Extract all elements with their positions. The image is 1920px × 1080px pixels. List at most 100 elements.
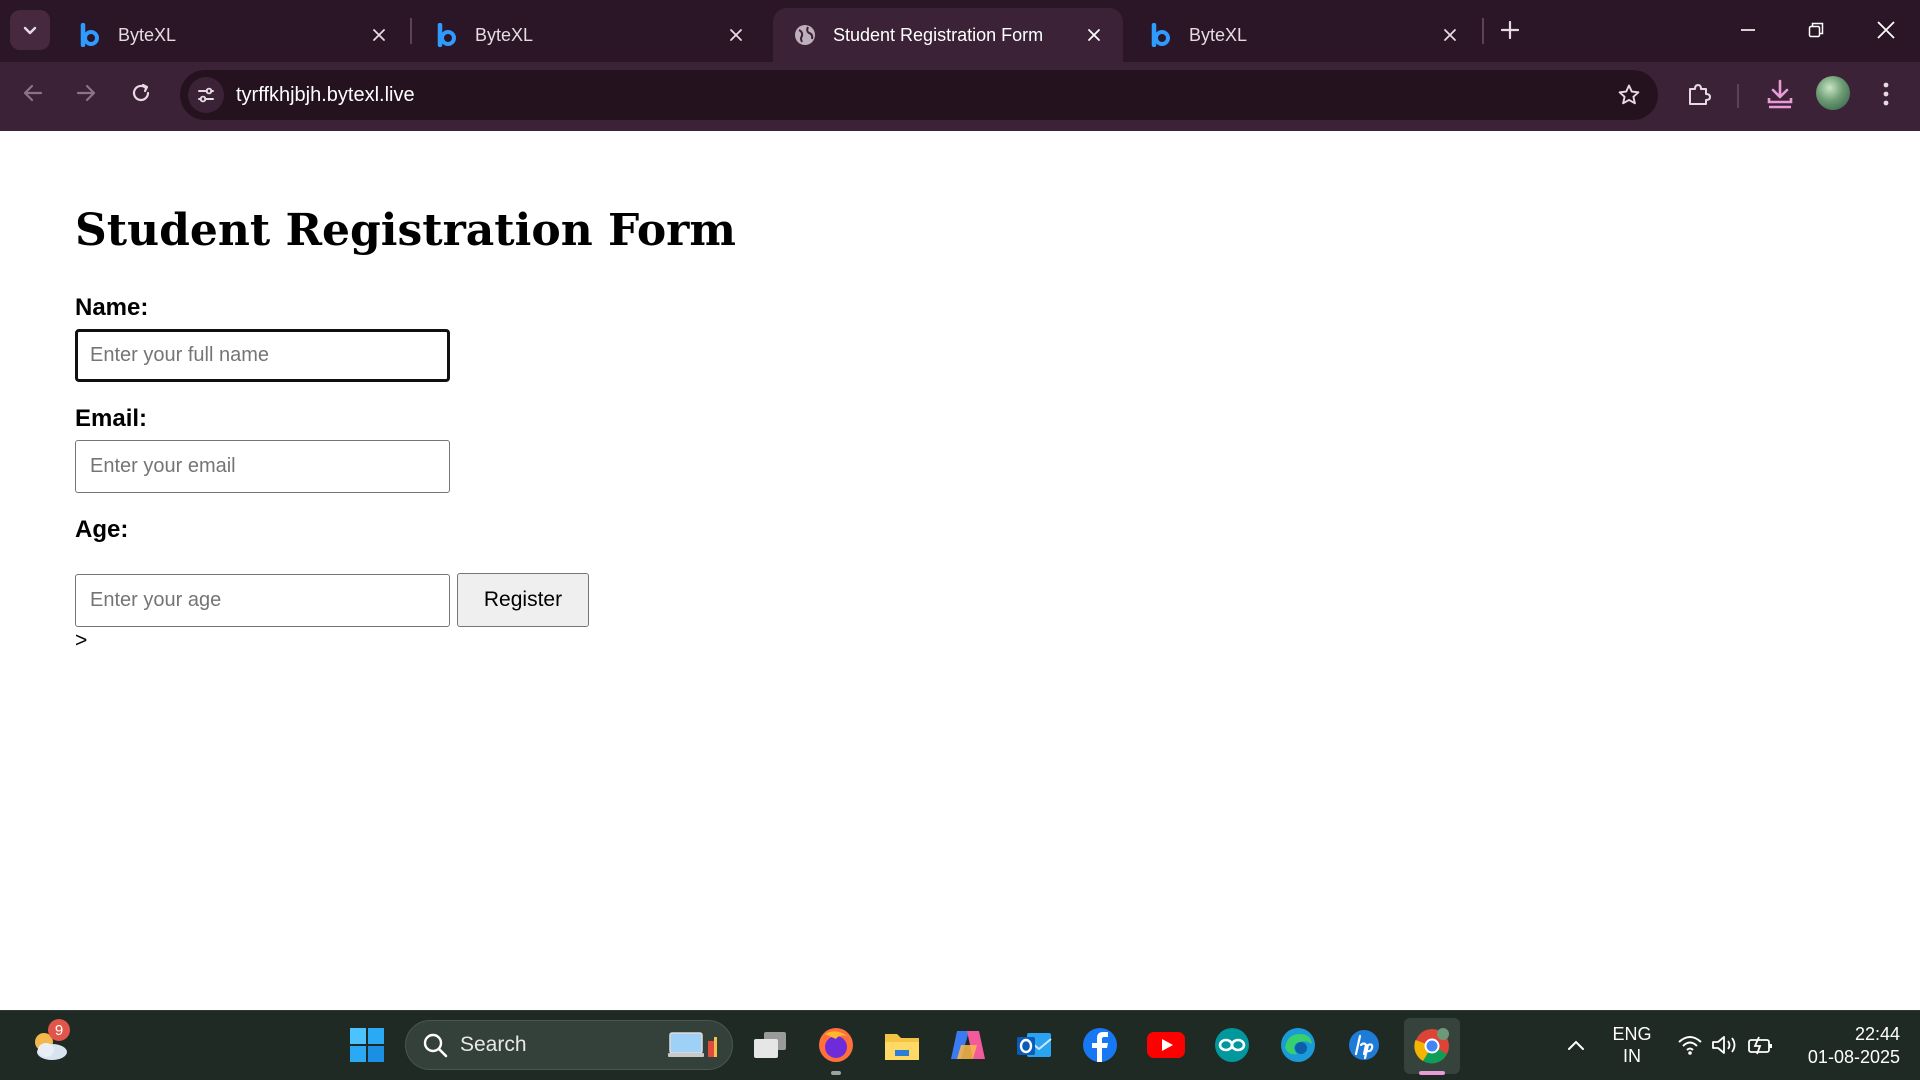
active-indicator xyxy=(1419,1071,1445,1075)
facebook-icon xyxy=(1083,1028,1117,1062)
tab-bytexl-1[interactable]: ByteXL xyxy=(58,8,408,62)
email-label: Email: xyxy=(75,405,148,432)
profile-avatar[interactable] xyxy=(1816,76,1850,110)
minimize-icon xyxy=(1741,29,1755,31)
youtube-icon xyxy=(1147,1032,1185,1058)
age-input[interactable] xyxy=(75,574,450,627)
windows-logo-icon xyxy=(350,1028,384,1062)
facebook-app[interactable] xyxy=(1078,1023,1122,1067)
edge-app[interactable] xyxy=(1276,1023,1320,1067)
chevron-down-icon xyxy=(23,26,37,35)
show-hidden-icons-button[interactable] xyxy=(1554,1023,1598,1067)
search-icon xyxy=(423,1033,448,1058)
file-explorer-app[interactable] xyxy=(880,1023,924,1067)
hp-logo-icon xyxy=(1349,1030,1379,1060)
tab-search-button[interactable] xyxy=(10,10,50,50)
site-info-icon[interactable] xyxy=(188,77,224,113)
bytexl-b-icon xyxy=(1149,23,1173,47)
close-window-button[interactable] xyxy=(1852,0,1920,60)
clock[interactable]: 22:44 01-08-2025 xyxy=(1790,1023,1900,1069)
bytexl-b-icon xyxy=(78,23,102,47)
close-tab-icon[interactable] xyxy=(721,20,751,50)
arrow-left-icon xyxy=(23,84,43,102)
taskbar-search[interactable]: Search xyxy=(405,1020,733,1070)
tab-separator xyxy=(1482,18,1484,44)
start-button[interactable] xyxy=(345,1023,389,1067)
page-title: Student Registration Form xyxy=(75,205,736,256)
copilot-app[interactable] xyxy=(946,1023,990,1067)
arrow-right-icon xyxy=(76,84,96,102)
kebab-menu-icon xyxy=(1883,82,1889,106)
close-icon xyxy=(1877,21,1895,39)
search-highlight-icon xyxy=(668,1032,717,1057)
downloads-button[interactable] xyxy=(1762,76,1798,112)
extensions-button[interactable] xyxy=(1681,76,1717,112)
wifi-icon xyxy=(1678,1036,1702,1055)
windows-taskbar: 9 Search ENG IN 22:44 01-08-2025 xyxy=(0,1010,1920,1080)
plus-icon xyxy=(1501,21,1519,39)
name-label: Name: xyxy=(75,294,149,321)
firefox-icon xyxy=(819,1028,853,1062)
bytexl-b-icon xyxy=(435,23,459,47)
tab-student-registration-form[interactable]: Student Registration Form xyxy=(773,8,1123,62)
tab-strip: ByteXL ByteXL Student Registration Form xyxy=(0,0,1920,62)
tab-title: ByteXL xyxy=(1189,24,1248,45)
bookmark-star-icon[interactable] xyxy=(1616,82,1642,108)
youtube-app[interactable] xyxy=(1144,1023,1188,1067)
reload-icon xyxy=(132,83,150,102)
volume-icon xyxy=(1712,1036,1736,1054)
back-button[interactable] xyxy=(12,72,54,114)
hp-app[interactable] xyxy=(1342,1023,1386,1067)
close-tab-icon[interactable] xyxy=(1435,20,1465,50)
download-icon xyxy=(1767,79,1793,109)
clock-date: 01-08-2025 xyxy=(1807,1047,1900,1067)
battery-charging-icon xyxy=(1748,1036,1772,1055)
browser-toolbar: tyrffkhjbjh.bytexl.live xyxy=(0,62,1920,131)
firefox-app[interactable] xyxy=(814,1023,858,1067)
address-bar[interactable]: tyrffkhjbjh.bytexl.live xyxy=(180,70,1658,120)
chrome-menu-button[interactable] xyxy=(1868,76,1904,112)
tab-separator xyxy=(410,18,412,44)
restore-icon xyxy=(1808,22,1824,38)
edge-icon xyxy=(1281,1028,1315,1062)
reload-button[interactable] xyxy=(120,72,162,114)
tab-title: ByteXL xyxy=(118,24,177,45)
url-text[interactable]: tyrffkhjbjh.bytexl.live xyxy=(236,84,415,107)
stray-text: > xyxy=(75,629,88,652)
page-content: Student Registration Form Name: Email: A… xyxy=(0,131,1920,1010)
close-tab-icon[interactable] xyxy=(1079,20,1109,50)
restore-button[interactable] xyxy=(1782,0,1850,60)
tab-bytexl-3[interactable]: ByteXL xyxy=(1129,8,1479,62)
task-view-button[interactable] xyxy=(748,1023,792,1067)
chrome-icon xyxy=(1414,1028,1449,1064)
forward-button[interactable] xyxy=(65,72,107,114)
active-indicator xyxy=(831,1071,841,1075)
input-language-indicator[interactable]: ENG IN xyxy=(1604,1023,1660,1067)
minimize-button[interactable] xyxy=(1714,0,1782,60)
tab-title: ByteXL xyxy=(475,24,534,45)
new-tab-button[interactable] xyxy=(1492,12,1528,48)
age-label: Age: xyxy=(75,516,129,543)
close-tab-icon[interactable] xyxy=(364,20,394,50)
arduino-app[interactable] xyxy=(1210,1023,1254,1067)
weather-badge: 9 xyxy=(48,1019,70,1041)
search-label: Search xyxy=(460,1033,527,1056)
chrome-app[interactable] xyxy=(1404,1018,1460,1074)
name-input[interactable] xyxy=(75,329,450,382)
tab-bytexl-2[interactable]: ByteXL xyxy=(415,8,765,62)
email-input[interactable] xyxy=(75,440,450,493)
language-code: ENG xyxy=(1612,1024,1652,1044)
folder-icon xyxy=(885,1034,919,1060)
globe-icon xyxy=(793,23,817,47)
puzzle-piece-icon xyxy=(1689,84,1711,105)
browser-chrome: ByteXL ByteXL Student Registration Form xyxy=(0,0,1920,131)
outlook-icon xyxy=(1017,1033,1052,1057)
register-button[interactable]: Register xyxy=(457,573,589,627)
task-view-icon xyxy=(754,1032,786,1058)
clock-time: 22:44 xyxy=(1854,1024,1900,1044)
chevron-up-icon xyxy=(1568,1040,1584,1050)
arduino-icon xyxy=(1215,1028,1249,1062)
outlook-app[interactable] xyxy=(1012,1023,1056,1067)
quick-settings-button[interactable] xyxy=(1666,1023,1786,1067)
toolbar-separator xyxy=(1737,84,1739,108)
